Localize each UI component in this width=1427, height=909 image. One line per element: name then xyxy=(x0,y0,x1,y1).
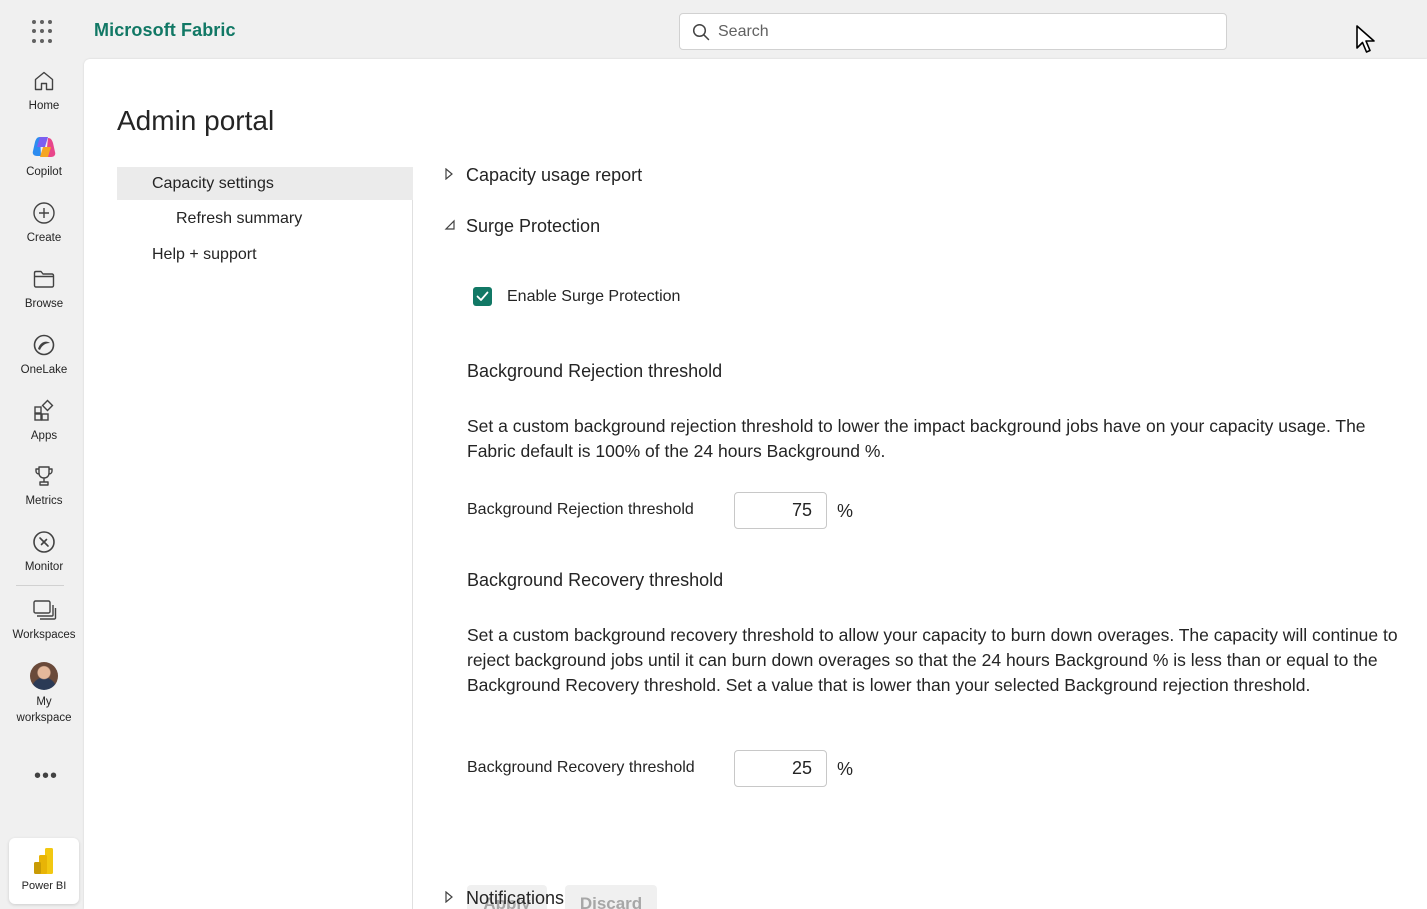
recovery-threshold-input[interactable] xyxy=(734,750,827,787)
top-bar: Microsoft Fabric xyxy=(0,0,1427,60)
plus-circle-icon xyxy=(31,200,57,226)
rail-label: Monitor xyxy=(24,561,64,573)
search-box[interactable] xyxy=(679,13,1227,50)
rejection-description: Set a custom background rejection thresh… xyxy=(467,416,1366,461)
brand-title[interactable]: Microsoft Fabric xyxy=(94,20,236,41)
rail-item-onelake[interactable]: OneLake xyxy=(4,332,84,392)
app-launcher-icon[interactable] xyxy=(32,20,56,44)
rejection-threshold-input[interactable] xyxy=(734,492,827,529)
more-options-icon[interactable]: ••• xyxy=(34,765,58,788)
power-bi-icon xyxy=(34,848,53,874)
rail-label: Apps xyxy=(30,430,58,442)
power-bi-label: Power BI xyxy=(21,880,67,892)
section-title: Capacity usage report xyxy=(466,165,643,185)
rail-label: OneLake xyxy=(20,364,68,376)
enable-surge-protection-checkbox[interactable]: Enable Surge Protection xyxy=(473,287,680,306)
folder-icon xyxy=(31,266,57,292)
mouse-cursor-icon xyxy=(1356,25,1375,53)
rail-label: Browse xyxy=(24,298,64,310)
section-capacity-usage-report[interactable]: Capacity usage report xyxy=(444,165,642,186)
rail-item-home[interactable]: Home xyxy=(4,68,84,128)
main-panel: Admin portal Capacity settings Refresh s… xyxy=(84,59,1427,909)
avatar xyxy=(30,662,58,690)
sidenav-item-capacity-settings[interactable]: Capacity settings xyxy=(117,167,413,200)
rail-label: Metrics xyxy=(25,495,63,507)
rail-label: Create xyxy=(26,232,62,244)
power-bi-switcher[interactable]: Power BI xyxy=(9,838,79,904)
rail-item-my-workspace[interactable]: My workspace xyxy=(4,662,84,732)
home-icon xyxy=(31,68,57,94)
rejection-unit: % xyxy=(837,501,854,521)
discard-button[interactable]: Discard xyxy=(565,885,657,909)
left-nav-rail: Home Copilot Create Browse OneLake Apps … xyxy=(0,60,84,909)
apps-icon xyxy=(31,398,57,424)
section-title: Notifications xyxy=(466,888,565,908)
rail-item-copilot[interactable]: Copilot xyxy=(4,134,84,194)
page-title: Admin portal xyxy=(117,105,275,136)
copilot-icon xyxy=(31,134,57,160)
search-input[interactable] xyxy=(718,22,1198,41)
rail-label: Home xyxy=(28,100,60,112)
recovery-description: Set a custom background recovery thresho… xyxy=(467,625,1398,695)
rail-item-metrics[interactable]: Metrics xyxy=(4,463,84,523)
onelake-icon xyxy=(31,332,57,358)
rail-label: My workspace xyxy=(16,696,72,724)
caret-down-icon xyxy=(444,219,466,234)
section-surge-protection[interactable]: Surge Protection xyxy=(444,216,600,237)
workspaces-icon xyxy=(31,597,57,623)
checkbox-label: Enable Surge Protection xyxy=(507,287,681,305)
recovery-field-label: Background Recovery threshold xyxy=(467,759,695,776)
recovery-unit: % xyxy=(837,759,854,779)
sidenav-item-help-support[interactable]: Help + support xyxy=(117,238,413,271)
caret-right-icon xyxy=(444,167,466,183)
rail-item-workspaces[interactable]: Workspaces xyxy=(4,597,84,657)
monitor-icon xyxy=(31,529,57,555)
rail-label: Copilot xyxy=(26,166,62,178)
caret-right-icon xyxy=(444,890,466,906)
checkbox-checked-icon[interactable] xyxy=(473,287,492,306)
rail-item-browse[interactable]: Browse xyxy=(4,266,84,326)
sidenav-item-refresh-summary[interactable]: Refresh summary xyxy=(117,202,413,235)
rejection-heading: Background Rejection threshold xyxy=(467,361,723,381)
rail-item-monitor[interactable]: Monitor xyxy=(4,529,84,589)
rejection-field-label: Background Rejection threshold xyxy=(467,501,694,518)
rail-divider xyxy=(16,585,64,586)
rail-label: Workspaces xyxy=(12,629,76,641)
rail-item-apps[interactable]: Apps xyxy=(4,398,84,458)
recovery-heading: Background Recovery threshold xyxy=(467,570,724,590)
search-icon xyxy=(692,23,710,40)
section-title: Surge Protection xyxy=(466,216,601,236)
section-notifications-header[interactable]: Notifications xyxy=(444,888,564,909)
trophy-icon xyxy=(31,463,57,489)
admin-side-nav: Capacity settings Refresh summary Help +… xyxy=(117,167,413,909)
rail-item-create[interactable]: Create xyxy=(4,200,84,260)
